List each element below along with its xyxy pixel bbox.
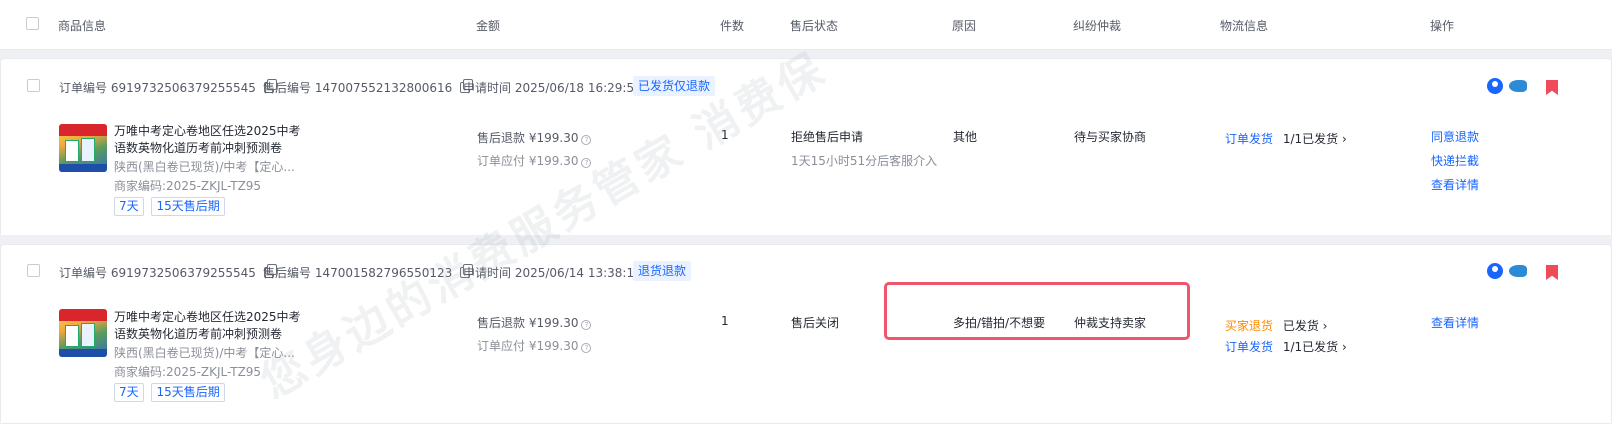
logistics-type-link[interactable]: 订单发货: [1225, 132, 1273, 146]
aftersale-label: 售后编号: [263, 81, 312, 95]
aftersale-no: 147001582796550123: [314, 266, 453, 280]
aftersale-number: 售后编号 147001582796550123: [263, 264, 474, 281]
refund-value: ¥199.30: [528, 131, 579, 145]
col-logistics: 物流信息: [1220, 19, 1269, 33]
merchant-code: 商家编码:2025-ZKJL-TZ95: [114, 365, 262, 379]
quantity: 1: [721, 128, 729, 142]
apply-time-value: 2025/06/18 16:29:57: [514, 81, 642, 95]
logistics-row: 订单发货 1/1已发货 ›: [1225, 130, 1347, 147]
view-detail-link[interactable]: 查看详情: [1431, 314, 1479, 331]
col-reason: 原因: [952, 19, 977, 33]
product-spec: 陕西(黑白卷已现货)/中考【定心...: [114, 160, 295, 174]
col-amount: 金额: [476, 19, 501, 33]
apply-label: 申请时间: [463, 81, 512, 95]
select-all-checkbox[interactable]: [26, 17, 39, 30]
col-action: 操作: [1430, 19, 1455, 33]
express-intercept-link[interactable]: 快递拦截: [1431, 152, 1479, 169]
col-status: 售后状态: [790, 19, 839, 33]
logistics-info-link[interactable]: 已发货 ›: [1283, 319, 1328, 333]
aftersale-type-tag: 退货退款: [633, 261, 692, 281]
table-header: 商品信息 金额 件数 售后状态 原因 纠纷仲裁 物流信息 操作: [0, 0, 1612, 50]
return-days-tag: 7天: [114, 197, 144, 216]
customer-service-icon[interactable]: [1487, 263, 1503, 279]
row-checkbox[interactable]: [27, 79, 40, 92]
help-icon[interactable]: ?: [581, 320, 592, 330]
product-title-line1: 万唯中考定心卷地区任选2025中考: [114, 310, 301, 324]
due-value: ¥199.30: [528, 339, 579, 353]
order-label: 订单编号: [59, 81, 108, 95]
product-thumbnail[interactable]: [59, 124, 107, 172]
fish-icon[interactable]: [1509, 80, 1527, 92]
refund-amount: 售后退款 ¥199.30?: [477, 129, 592, 146]
apply-time-value: 2025/06/14 13:38:12: [514, 266, 642, 280]
logistics-info-link[interactable]: 1/1已发货 ›: [1283, 132, 1347, 146]
flag-icon[interactable]: [1546, 265, 1558, 280]
due-amount: 订单应付 ¥199.30?: [477, 337, 592, 354]
aftersale-number: 售后编号 147007552132800616: [263, 79, 474, 96]
col-arbitration: 纠纷仲裁: [1073, 19, 1122, 33]
logistics-type-link[interactable]: 订单发货: [1225, 340, 1273, 354]
apply-time: 申请时间 2025/06/18 16:29:57: [463, 79, 642, 96]
refund-value: ¥199.30: [528, 316, 579, 330]
aftersale-no: 147007552132800616: [314, 81, 453, 95]
aftersale-type-tag: 已发货仅退款: [633, 76, 716, 96]
card-body: 万唯中考定心卷地区任选2025中考 语数英物化道历考前冲刺预测卷 陕西(黑白卷已…: [1, 297, 1611, 423]
due-amount: 订单应付 ¥199.30?: [477, 152, 592, 169]
order-no: 6919732506379255545: [110, 81, 256, 95]
aftersale-status: 拒绝售后申请: [791, 130, 864, 144]
col-product: 商品信息: [58, 19, 107, 33]
refund-label: 售后退款: [477, 131, 526, 145]
help-icon[interactable]: ?: [581, 158, 592, 168]
card-header: 订单编号 6919732506379255545 售后编号 1470075521…: [1, 59, 1611, 111]
help-icon[interactable]: ?: [581, 343, 592, 353]
flag-icon[interactable]: [1546, 80, 1558, 95]
aftersale-status-sub: 1天15小时51分后客服介入: [791, 154, 938, 168]
logistics-type-link[interactable]: 买家退货: [1225, 319, 1273, 333]
aftersale-card: 订单编号 6919732506379255545 售后编号 1470075521…: [0, 58, 1612, 235]
row-checkbox[interactable]: [27, 264, 40, 277]
product-thumbnail[interactable]: [59, 309, 107, 357]
col-qty: 件数: [720, 19, 745, 33]
aftersale-label: 售后编号: [263, 266, 312, 280]
aftersale-status: 售后关闭: [791, 316, 840, 330]
product-title[interactable]: 万唯中考定心卷地区任选2025中考 语数英物化道历考前冲刺预测卷: [114, 309, 301, 343]
quantity: 1: [721, 314, 729, 328]
aftersale-period-tag: 15天售后期: [151, 383, 225, 402]
product-title-line1: 万唯中考定心卷地区任选2025中考: [114, 124, 301, 138]
reason: 其他: [953, 130, 978, 144]
product-tags: 7天 15天售后期: [114, 383, 229, 402]
refund-label: 售后退款: [477, 316, 526, 330]
highlight-box: [884, 282, 1190, 340]
product-spec: 陕西(黑白卷已现货)/中考【定心...: [114, 346, 295, 360]
due-label: 订单应付: [477, 154, 526, 168]
card-body: 万唯中考定心卷地区任选2025中考 语数英物化道历考前冲刺预测卷 陕西(黑白卷已…: [1, 111, 1611, 235]
logistics-row: 买家退货 已发货 ›: [1225, 317, 1327, 334]
order-number: 订单编号 6919732506379255545: [59, 264, 277, 281]
agree-refund-link[interactable]: 同意退款: [1431, 128, 1479, 145]
due-value: ¥199.30: [528, 154, 579, 168]
merchant-code: 商家编码:2025-ZKJL-TZ95: [114, 179, 262, 193]
aftersale-card: 订单编号 6919732506379255545 售后编号 1470015827…: [0, 244, 1612, 424]
product-title[interactable]: 万唯中考定心卷地区任选2025中考 语数英物化道历考前冲刺预测卷: [114, 123, 301, 157]
product-title-line2: 语数英物化道历考前冲刺预测卷: [114, 327, 283, 341]
apply-label: 申请时间: [463, 266, 512, 280]
order-label: 订单编号: [59, 266, 108, 280]
fish-icon[interactable]: [1509, 265, 1527, 277]
refund-amount: 售后退款 ¥199.30?: [477, 314, 592, 331]
order-number: 订单编号 6919732506379255545: [59, 79, 277, 96]
order-no: 6919732506379255545: [110, 266, 256, 280]
logistics-info-link[interactable]: 1/1已发货 ›: [1283, 340, 1347, 354]
aftersale-period-tag: 15天售后期: [151, 197, 225, 216]
logistics-row: 订单发货 1/1已发货 ›: [1225, 338, 1347, 355]
card-header: 订单编号 6919732506379255545 售后编号 1470015827…: [1, 245, 1611, 297]
customer-service-icon[interactable]: [1487, 78, 1503, 94]
arbitration: 待与买家协商: [1074, 130, 1147, 144]
product-tags: 7天 15天售后期: [114, 197, 229, 216]
return-days-tag: 7天: [114, 383, 144, 402]
help-icon[interactable]: ?: [581, 135, 592, 145]
product-title-line2: 语数英物化道历考前冲刺预测卷: [114, 141, 283, 155]
apply-time: 申请时间 2025/06/14 13:38:12: [463, 264, 642, 281]
view-detail-link[interactable]: 查看详情: [1431, 176, 1479, 193]
due-label: 订单应付: [477, 339, 526, 353]
